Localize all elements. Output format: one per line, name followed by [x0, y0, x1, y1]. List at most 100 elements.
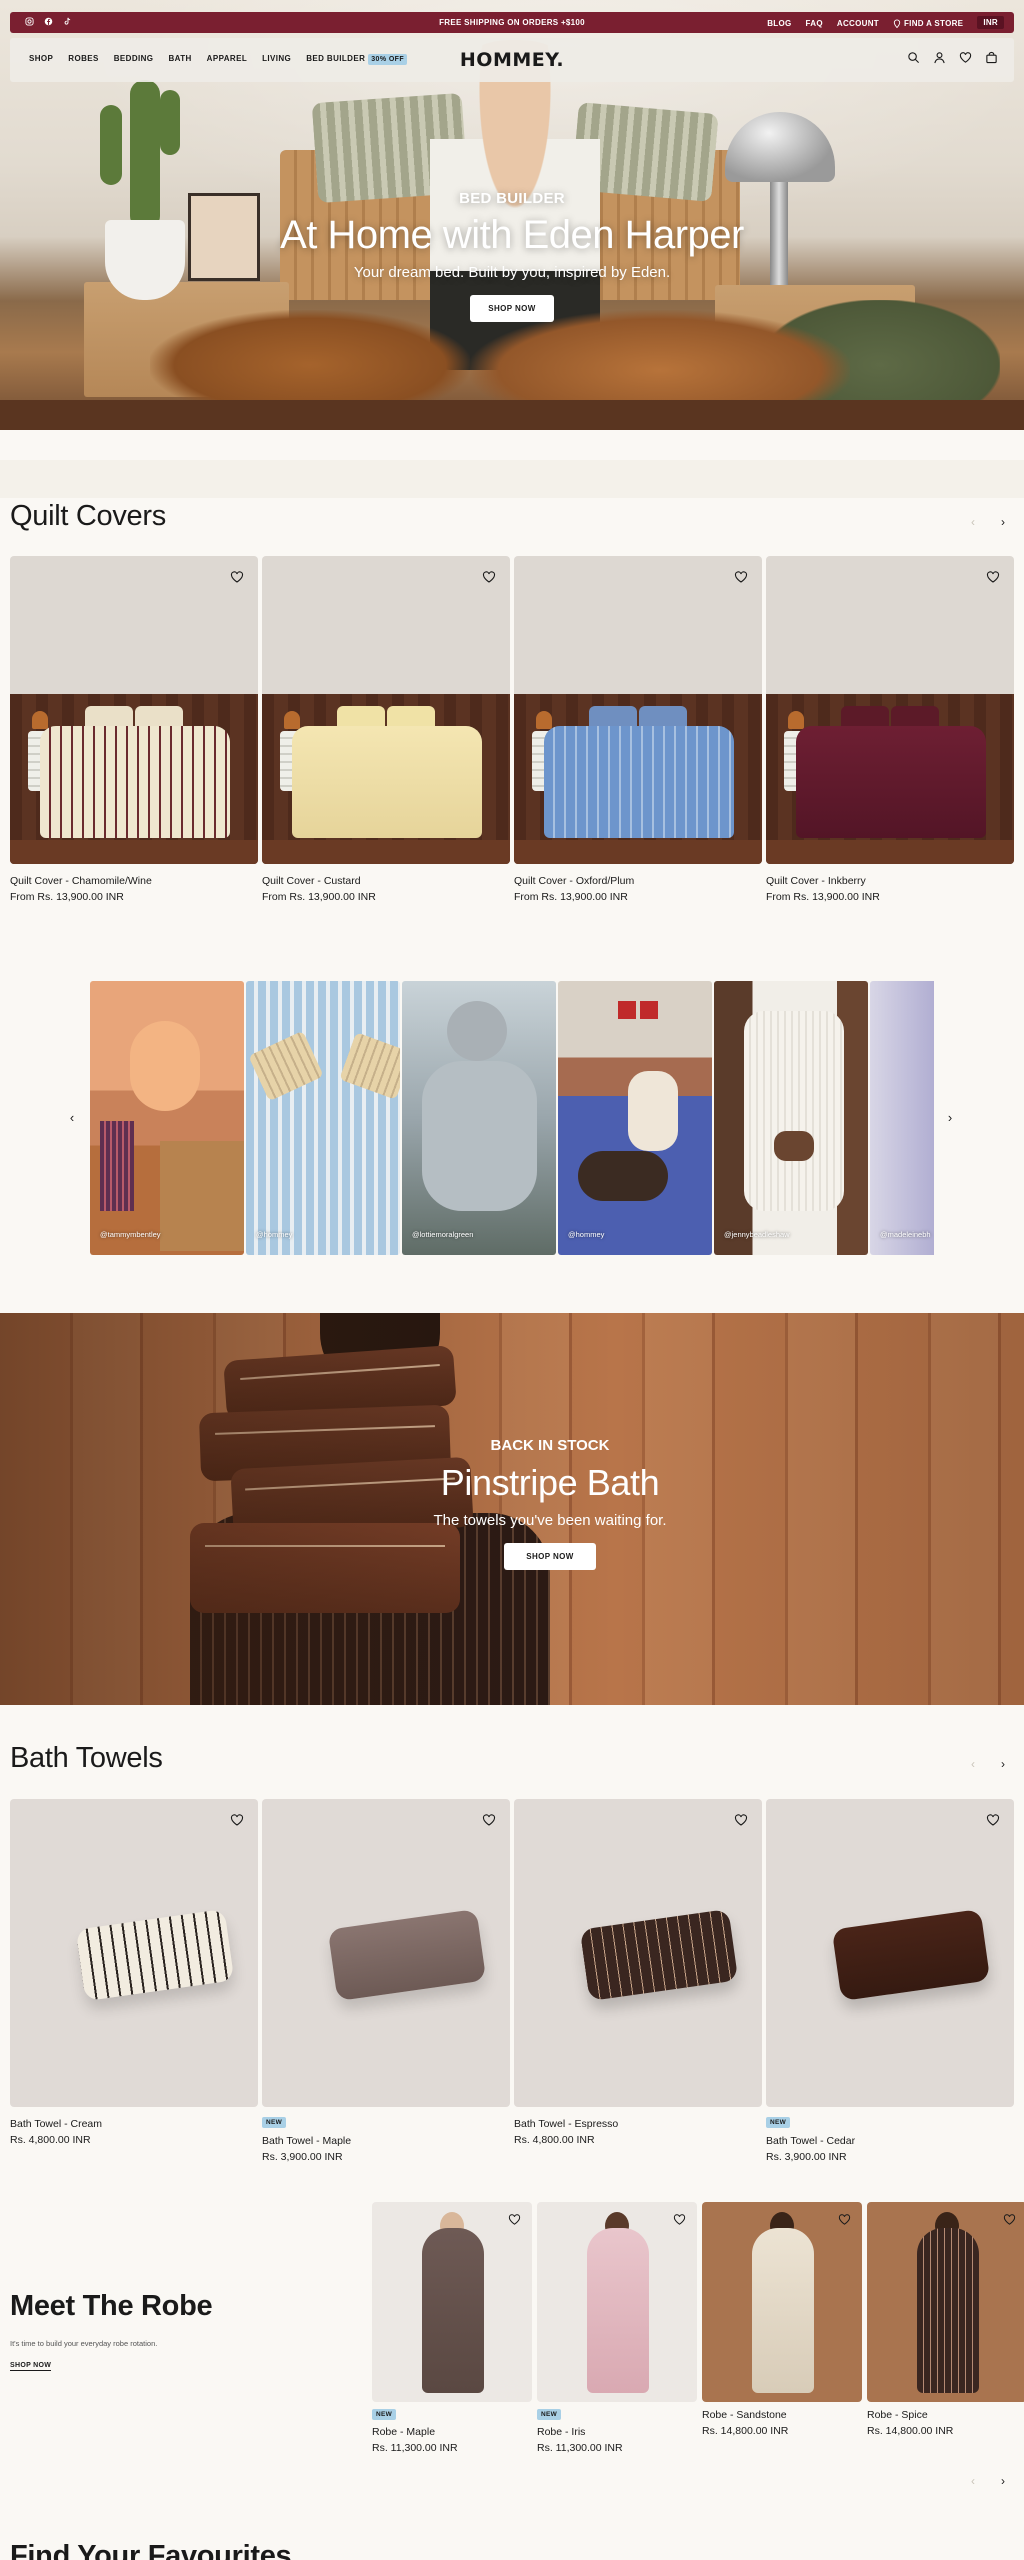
- towel-product-grid: Bath Towel - Cream Rs. 4,800.00 INR NEW …: [10, 1799, 1014, 2163]
- new-badge: NEW: [262, 2117, 287, 2128]
- next-arrow-icon[interactable]: ›: [996, 1757, 1010, 1771]
- wishlist-heart-icon[interactable]: [1003, 2213, 1016, 2226]
- wishlist-heart-icon[interactable]: [482, 570, 496, 584]
- location-pin-icon: [893, 19, 901, 28]
- quilt-carousel-arrows: ‹ ›: [966, 515, 1010, 529]
- product-price: From Rs. 13,900.00 INR: [262, 891, 376, 903]
- product-price: Rs. 4,800.00 INR: [514, 2134, 595, 2146]
- search-icon[interactable]: [907, 51, 920, 64]
- account-icon[interactable]: [933, 51, 946, 64]
- wishlist-heart-icon[interactable]: [508, 2213, 521, 2226]
- product-name[interactable]: Bath Towel - Cedar: [766, 2135, 1014, 2147]
- robe-carousel-arrows: ‹ ›: [966, 2474, 1010, 2488]
- product-name[interactable]: Quilt Cover - Oxford/Plum: [514, 875, 762, 887]
- product-image[interactable]: [10, 556, 258, 864]
- product-image[interactable]: [262, 1799, 510, 2107]
- ugc-tile[interactable]: @lottiemoralgreen: [402, 981, 556, 1255]
- product-name[interactable]: Robe - Maple: [372, 2426, 532, 2438]
- product-image[interactable]: [514, 556, 762, 864]
- find-your-favourites-title: Find Your Favourites: [10, 2540, 292, 2560]
- ugc-tile[interactable]: @hommey: [558, 981, 712, 1255]
- wishlist-heart-icon[interactable]: [734, 570, 748, 584]
- product-name[interactable]: Quilt Cover - Custard: [262, 875, 510, 887]
- quilt-product-grid: Quilt Cover - Chamomile/Wine From Rs. 13…: [10, 556, 1014, 903]
- find-store-link[interactable]: FIND A STORE: [893, 19, 963, 28]
- product-name[interactable]: Quilt Cover - Inkberry: [766, 875, 1014, 887]
- product-name[interactable]: Robe - Iris: [537, 2426, 697, 2438]
- product-card[interactable]: Robe - Sandstone Rs. 14,800.00 INR: [702, 2202, 862, 2454]
- product-card[interactable]: Bath Towel - Espresso Rs. 4,800.00 INR: [514, 1799, 762, 2163]
- ugc-tile[interactable]: @tammymbentley: [90, 981, 244, 1255]
- ugc-handle: @lottiemoralgreen: [412, 1230, 474, 1239]
- faq-link[interactable]: FAQ: [806, 19, 823, 28]
- product-price: Rs. 14,800.00 INR: [867, 2425, 954, 2437]
- product-card[interactable]: Quilt Cover - Inkberry From Rs. 13,900.0…: [766, 556, 1014, 903]
- product-image[interactable]: [537, 2202, 697, 2402]
- product-card[interactable]: Quilt Cover - Chamomile/Wine From Rs. 13…: [10, 556, 258, 903]
- section-divider: [0, 460, 1024, 498]
- ugc-tile[interactable]: @jennybeadleshaw: [714, 981, 868, 1255]
- ugc-next-arrow-icon[interactable]: ›: [940, 1108, 960, 1128]
- robe-subtitle: It's time to build your everyday robe ro…: [10, 2339, 158, 2348]
- product-name[interactable]: Bath Towel - Espresso: [514, 2118, 762, 2130]
- banner-title: Pinstripe Bath: [440, 1462, 660, 1503]
- site-logo[interactable]: HOMMEY.: [10, 49, 1014, 71]
- product-name[interactable]: Robe - Spice: [867, 2409, 1024, 2421]
- product-image[interactable]: [766, 1799, 1014, 2107]
- blog-link[interactable]: BLOG: [767, 19, 791, 28]
- ugc-prev-arrow-icon[interactable]: ‹: [62, 1108, 82, 1128]
- product-name[interactable]: Bath Towel - Cream: [10, 2118, 258, 2130]
- cactus-arm: [100, 105, 122, 185]
- ugc-carousel: @tammymbentley @hommey @lottiemoralgreen…: [90, 981, 934, 1255]
- product-name[interactable]: Robe - Sandstone: [702, 2409, 862, 2421]
- banner-content: BACK IN STOCK Pinstripe Bath The towels …: [380, 1437, 720, 1570]
- product-name[interactable]: Bath Towel - Maple: [262, 2135, 510, 2147]
- announcement-bar: FREE SHIPPING ON ORDERS +$100 BLOG FAQ A…: [10, 12, 1014, 33]
- ugc-tile[interactable]: @madeleinebh: [870, 981, 934, 1255]
- wishlist-icon[interactable]: [959, 51, 972, 64]
- robe-shop-now-link[interactable]: SHOP NOW: [10, 2362, 52, 2371]
- wishlist-heart-icon[interactable]: [838, 2213, 851, 2226]
- ugc-tile[interactable]: @hommey: [246, 981, 400, 1255]
- product-image[interactable]: [262, 556, 510, 864]
- banner-shop-now-button[interactable]: SHOP NOW: [504, 1543, 596, 1570]
- product-price: Rs. 3,900.00 INR: [262, 2151, 343, 2163]
- product-image[interactable]: [10, 1799, 258, 2107]
- new-badge: NEW: [372, 2409, 397, 2420]
- product-card[interactable]: NEW Bath Towel - Cedar Rs. 3,900.00 INR: [766, 1799, 1014, 2163]
- product-card[interactable]: Bath Towel - Cream Rs. 4,800.00 INR: [10, 1799, 258, 2163]
- next-arrow-icon[interactable]: ›: [996, 2474, 1010, 2488]
- product-card[interactable]: NEW Bath Towel - Maple Rs. 3,900.00 INR: [262, 1799, 510, 2163]
- wishlist-heart-icon[interactable]: [673, 2213, 686, 2226]
- new-badge: NEW: [766, 2117, 791, 2128]
- product-image[interactable]: [372, 2202, 532, 2402]
- wishlist-heart-icon[interactable]: [986, 570, 1000, 584]
- product-card[interactable]: Robe - Spice Rs. 14,800.00 INR: [867, 2202, 1024, 2454]
- account-link[interactable]: ACCOUNT: [837, 19, 879, 28]
- product-card[interactable]: Quilt Cover - Custard From Rs. 13,900.00…: [262, 556, 510, 903]
- wishlist-heart-icon[interactable]: [986, 1813, 1000, 1827]
- wishlist-heart-icon[interactable]: [482, 1813, 496, 1827]
- product-image[interactable]: [514, 1799, 762, 2107]
- product-image[interactable]: [702, 2202, 862, 2402]
- bag-icon[interactable]: [985, 51, 998, 64]
- product-image[interactable]: [867, 2202, 1024, 2402]
- currency-selector[interactable]: INR: [977, 16, 1004, 29]
- hero-floor: [0, 400, 1024, 430]
- main-nav: SHOP ROBES BEDDING BATH APPAREL LIVING B…: [10, 38, 1014, 82]
- next-arrow-icon[interactable]: ›: [996, 515, 1010, 529]
- product-card[interactable]: NEW Robe - Maple Rs. 11,300.00 INR: [372, 2202, 532, 2454]
- product-card[interactable]: Quilt Cover - Oxford/Plum From Rs. 13,90…: [514, 556, 762, 903]
- hero-shop-now-button[interactable]: SHOP NOW: [470, 295, 554, 322]
- product-image[interactable]: [766, 556, 1014, 864]
- product-name[interactable]: Quilt Cover - Chamomile/Wine: [10, 875, 258, 887]
- prev-arrow-icon[interactable]: ‹: [966, 515, 980, 529]
- product-card[interactable]: NEW Robe - Iris Rs. 11,300.00 INR: [537, 2202, 697, 2454]
- pinstripe-bath-banner[interactable]: BACK IN STOCK Pinstripe Bath The towels …: [0, 1313, 1024, 1705]
- prev-arrow-icon[interactable]: ‹: [966, 2474, 980, 2488]
- cactus-arm: [160, 90, 180, 155]
- wishlist-heart-icon[interactable]: [230, 1813, 244, 1827]
- prev-arrow-icon[interactable]: ‹: [966, 1757, 980, 1771]
- wishlist-heart-icon[interactable]: [734, 1813, 748, 1827]
- wishlist-heart-icon[interactable]: [230, 570, 244, 584]
